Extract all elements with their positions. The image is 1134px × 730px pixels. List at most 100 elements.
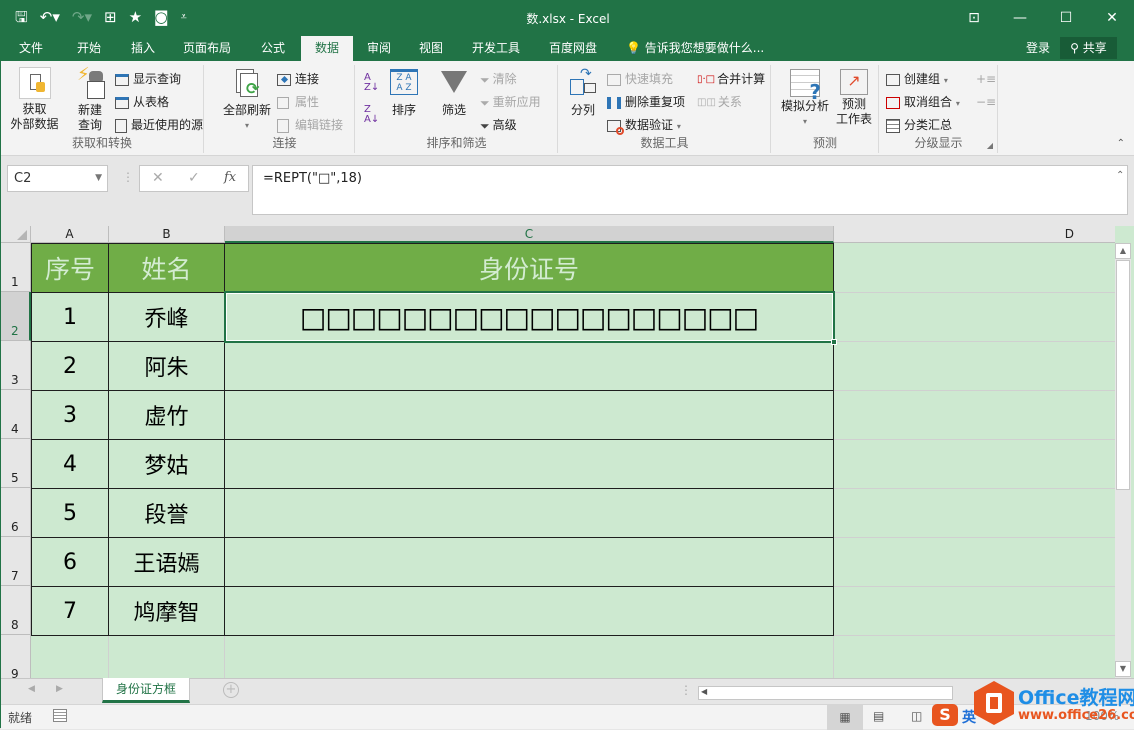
normal-view-icon[interactable]: ▦ — [827, 705, 863, 730]
enter-icon[interactable]: ✓ — [188, 170, 200, 186]
header-cell-seq[interactable]: 序号 — [31, 243, 109, 293]
cell-c6[interactable] — [224, 488, 834, 538]
horizontal-scrollbar[interactable]: ◀ — [698, 686, 953, 700]
reapply-button[interactable]: ⏷ 重新应用 — [480, 94, 541, 111]
vertical-scrollbar[interactable]: ▲ ▼ — [1115, 243, 1131, 679]
scroll-down-icon[interactable]: ▼ — [1115, 661, 1131, 677]
fill-handle[interactable] — [831, 339, 837, 345]
next-sheet-icon[interactable]: ▶ — [56, 684, 63, 694]
tell-me-search[interactable]: 💡 告诉我您想要做什么... — [626, 36, 764, 60]
tab-formulas[interactable]: 公式 — [251, 36, 295, 61]
tab-developer[interactable]: 开发工具 — [462, 36, 530, 61]
row-header-2[interactable]: 2 — [1, 292, 31, 341]
cell-a3[interactable]: 2 — [31, 341, 109, 391]
sort-button[interactable]: Z AA Z 排序 — [386, 69, 422, 118]
forecast-sheet-button[interactable]: ↗ 预测 工作表 — [834, 69, 874, 127]
cell-c8[interactable] — [224, 586, 834, 636]
tab-file[interactable]: 文件 — [9, 36, 53, 61]
scroll-left-icon[interactable]: ◀ — [701, 687, 707, 696]
select-all-corner[interactable] — [1, 226, 31, 243]
row-header-5[interactable]: 5 — [1, 439, 31, 488]
tab-insert[interactable]: 插入 — [121, 36, 165, 61]
header-cell-id[interactable]: 身份证号 — [224, 243, 834, 293]
sheet-tab-id-box[interactable]: 身份证方框 — [102, 678, 190, 703]
tab-view[interactable]: 视图 — [409, 36, 453, 61]
insert-function-icon[interactable]: fx — [224, 170, 236, 185]
column-header-d[interactable]: D — [834, 226, 1115, 243]
cell-b5[interactable]: 梦姑 — [108, 439, 225, 489]
subtotal-button[interactable]: 分类汇总 — [886, 117, 952, 133]
name-box[interactable]: C2 ▼ — [7, 165, 108, 192]
row-header-3[interactable]: 3 — [1, 341, 31, 390]
relationships-button[interactable]: ◫◫ 关系 — [697, 94, 742, 111]
from-table-button[interactable]: 从表格 — [115, 94, 169, 110]
share-button[interactable]: ⚲ 共享 — [1060, 37, 1117, 59]
tab-data[interactable]: 数据 — [301, 36, 353, 61]
ungroup-button[interactable]: 取消组合 ▾ — [886, 94, 960, 112]
consolidate-button[interactable]: ▯·□ 合并计算 — [697, 71, 765, 88]
login-link[interactable]: 登录 — [1026, 36, 1050, 60]
group-button[interactable]: 创建组 ▾ — [886, 71, 948, 89]
new-query-button[interactable]: ⚡ 新建 查询 — [70, 66, 110, 133]
cell-a4[interactable]: 3 — [31, 390, 109, 440]
tab-review[interactable]: 审阅 — [357, 36, 401, 61]
row-header-9[interactable]: 9 — [1, 635, 31, 678]
tab-baidu-netdisk[interactable]: 百度网盘 — [539, 36, 607, 61]
cell-c4[interactable] — [224, 390, 834, 440]
cell-b4[interactable]: 虚竹 — [108, 390, 225, 440]
what-if-analysis-button[interactable]: ? 模拟分析 ▾ — [778, 69, 832, 129]
properties-button[interactable]: 属性 — [277, 94, 319, 110]
cell-b6[interactable]: 段誉 — [108, 488, 225, 538]
cell-a6[interactable]: 5 — [31, 488, 109, 538]
row-header-4[interactable]: 4 — [1, 390, 31, 439]
dialog-launcher-icon[interactable]: ◢ — [987, 141, 993, 150]
cell-a2[interactable]: 1 — [31, 292, 109, 342]
advanced-filter-button[interactable]: ⏷ 高级 — [480, 117, 517, 134]
cell-c5[interactable] — [224, 439, 834, 489]
remove-duplicates-button[interactable]: 删除重复项 — [607, 94, 685, 110]
page-break-view-icon[interactable]: ◫ — [911, 709, 922, 723]
scroll-thumb[interactable] — [1116, 260, 1130, 490]
row-header-1[interactable]: 1 — [1, 243, 31, 292]
row-header-6[interactable]: 6 — [1, 488, 31, 537]
get-external-data-button[interactable]: 获取 外部数据 — [7, 67, 62, 132]
add-sheet-icon[interactable]: + — [223, 682, 239, 698]
header-cell-name[interactable]: 姓名 — [108, 243, 225, 293]
edit-links-button[interactable]: 编辑链接 — [277, 117, 343, 133]
refresh-all-button[interactable]: ⟳ 全部刷新 ▾ — [221, 67, 273, 133]
collapse-ribbon-icon[interactable]: ⌃ — [1117, 138, 1125, 149]
close-icon[interactable]: ✕ — [1089, 1, 1134, 34]
chevron-down-icon[interactable]: ▼ — [95, 166, 102, 191]
cell-c3[interactable] — [224, 341, 834, 391]
scroll-up-icon[interactable]: ▲ — [1115, 243, 1131, 259]
recent-sources-button[interactable]: 最近使用的源 — [115, 117, 203, 133]
cell-b2[interactable]: 乔峰 — [108, 292, 225, 342]
tab-home[interactable]: 开始 — [67, 36, 111, 61]
cell-c7[interactable] — [224, 537, 834, 587]
column-header-a[interactable]: A — [31, 226, 109, 243]
tab-page-layout[interactable]: 页面布局 — [173, 36, 241, 61]
formula-bar-grip[interactable]: ⋮ — [122, 170, 134, 184]
data-validation-button[interactable]: 数据验证 ▾ — [607, 117, 681, 135]
macro-record-icon[interactable] — [53, 709, 67, 722]
column-header-c[interactable]: C — [225, 226, 834, 243]
filter-button[interactable]: 筛选 — [436, 69, 472, 118]
cell-b7[interactable]: 王语嫣 — [108, 537, 225, 587]
show-queries-button[interactable]: 显示查询 — [115, 71, 181, 87]
text-to-columns-button[interactable]: ↷ 分列 — [565, 67, 601, 118]
formula-input[interactable]: =REPT("□",18) — [252, 165, 1128, 215]
row-header-8[interactable]: 8 — [1, 586, 31, 635]
cell-a7[interactable]: 6 — [31, 537, 109, 587]
flash-fill-button[interactable]: 快速填充 — [607, 71, 673, 87]
sort-ascending-button[interactable]: A Z↓ — [364, 73, 379, 93]
clear-filter-button[interactable]: ⏷ 清除 — [480, 71, 517, 88]
ribbon-display-icon[interactable]: ⊡ — [951, 1, 997, 34]
page-layout-view-icon[interactable]: ▤ — [873, 709, 884, 723]
maximize-icon[interactable]: ☐ — [1043, 1, 1089, 34]
show-detail-icon[interactable]: +≡ — [976, 71, 996, 87]
cell-b3[interactable]: 阿朱 — [108, 341, 225, 391]
cell-a5[interactable]: 4 — [31, 439, 109, 489]
worksheet-grid[interactable]: A B C D 1 2 3 4 5 6 7 8 9 序号 姓名 身份证号 1 乔… — [1, 226, 1134, 678]
connections-button[interactable]: 连接 — [277, 71, 319, 87]
split-grip[interactable]: ⋮ — [680, 683, 692, 697]
